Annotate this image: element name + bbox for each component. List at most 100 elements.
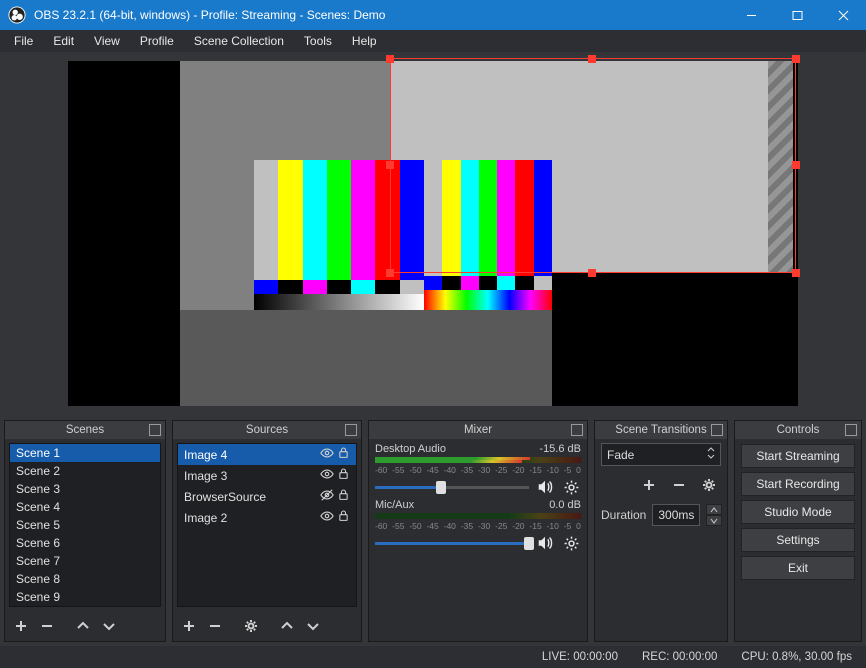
mixer-volume-slider[interactable] <box>375 536 529 550</box>
menu-scene-collection[interactable]: Scene Collection <box>184 31 294 51</box>
mixer-dock-title: Mixer <box>369 421 587 439</box>
transition-add-button[interactable] <box>637 474 661 496</box>
transitions-dock: Scene Transitions Fade Duration 300ms <box>594 420 728 642</box>
preview-layer-dark <box>180 310 552 406</box>
scene-row[interactable]: Scene 1 <box>10 444 160 462</box>
preview-canvas[interactable] <box>68 61 798 406</box>
eye-icon[interactable] <box>320 467 334 484</box>
sources-list[interactable]: Image 4Image 3BrowserSourceImage 2 <box>177 443 357 607</box>
selection-handle-e[interactable] <box>792 161 800 169</box>
source-row[interactable]: Image 4 <box>178 444 356 465</box>
window-minimize-button[interactable] <box>728 0 774 30</box>
source-row[interactable]: Image 2 <box>178 507 356 528</box>
dock-popout-icon[interactable] <box>711 424 723 436</box>
sources-remove-button[interactable] <box>203 615 227 637</box>
status-cpu: CPU: 0.8%, 30.00 fps <box>741 651 852 663</box>
preview-area <box>0 52 866 420</box>
scenes-add-button[interactable] <box>9 615 33 637</box>
scenes-dock: Scenes Scene 1Scene 2Scene 3Scene 4Scene… <box>4 420 166 642</box>
selection-handle-s[interactable] <box>588 269 596 277</box>
mixer-dock: Mixer Desktop Audio-15.6 dB-60-55-50-45-… <box>368 420 588 642</box>
control-button-start-streaming[interactable]: Start Streaming <box>741 444 855 468</box>
menu-help[interactable]: Help <box>342 31 387 51</box>
scene-row[interactable]: Scene 5 <box>10 516 160 534</box>
sources-add-button[interactable] <box>177 615 201 637</box>
transition-duration-input[interactable]: 300ms <box>652 504 700 526</box>
source-row[interactable]: Image 3 <box>178 465 356 486</box>
dock-popout-icon[interactable] <box>845 424 857 436</box>
control-button-studio-mode[interactable]: Studio Mode <box>741 500 855 524</box>
lock-icon[interactable] <box>337 467 350 484</box>
controls-body: Start Streaming Start Recording Studio Mod… <box>735 439 861 585</box>
scenes-list[interactable]: Scene 1Scene 2Scene 3Scene 4Scene 5Scene… <box>9 443 161 607</box>
transition-remove-button[interactable] <box>667 474 691 496</box>
transition-select[interactable]: Fade <box>601 443 721 466</box>
dock-popout-icon[interactable] <box>345 424 357 436</box>
window-title: OBS 23.2.1 (64-bit, windows) - Profile: … <box>34 8 728 22</box>
scenes-move-up-button[interactable] <box>71 615 95 637</box>
window-close-button[interactable] <box>820 0 866 30</box>
scene-row[interactable]: Scene 8 <box>10 570 160 588</box>
transition-properties-button[interactable] <box>697 474 721 496</box>
statusbar: LIVE: 00:00:00 REC: 00:00:00 CPU: 0.8%, … <box>0 646 866 668</box>
scene-row[interactable]: Scene 9 <box>10 588 160 606</box>
source-row[interactable]: BrowserSource <box>178 486 356 507</box>
selection-handle-w[interactable] <box>386 161 394 169</box>
mixer-meter <box>375 513 581 519</box>
dock-popout-icon[interactable] <box>149 424 161 436</box>
lock-icon[interactable] <box>337 509 350 526</box>
dock-popout-icon[interactable] <box>571 424 583 436</box>
transitions-dock-title: Scene Transitions <box>595 421 727 439</box>
selection-handle-nw[interactable] <box>386 55 394 63</box>
selection-handle-ne[interactable] <box>792 55 800 63</box>
scene-row[interactable]: Scene 3 <box>10 480 160 498</box>
scene-row[interactable]: Scene 2 <box>10 462 160 480</box>
menu-profile[interactable]: Profile <box>130 31 184 51</box>
gear-icon[interactable] <box>561 533 581 553</box>
mixer-body: Desktop Audio-15.6 dB-60-55-50-45-40-35-… <box>369 439 587 641</box>
mixer-channel-db: 0.0 dB <box>549 499 581 511</box>
eye-icon[interactable] <box>320 446 334 463</box>
mixer-channel-name: Desktop Audio <box>375 443 446 455</box>
selection-handle-n[interactable] <box>588 55 596 63</box>
mixer-channel-db: -15.6 dB <box>539 443 581 455</box>
lock-icon[interactable] <box>337 446 350 463</box>
sources-move-up-button[interactable] <box>275 615 299 637</box>
sources-dock: Sources Image 4Image 3BrowserSourceImage… <box>172 420 362 642</box>
control-button-exit[interactable]: Exit <box>741 556 855 580</box>
scene-row[interactable]: Scene 7 <box>10 552 160 570</box>
eye-icon[interactable] <box>320 509 334 526</box>
scenes-dock-title: Scenes <box>5 421 165 439</box>
app-icon <box>8 6 26 24</box>
scenes-move-down-button[interactable] <box>97 615 121 637</box>
menubar: File Edit View Profile Scene Collection … <box>0 30 866 52</box>
gear-icon[interactable] <box>561 477 581 497</box>
scene-row[interactable]: Scene 6 <box>10 534 160 552</box>
window-titlebar: OBS 23.2.1 (64-bit, windows) - Profile: … <box>0 0 866 30</box>
menu-edit[interactable]: Edit <box>43 31 84 51</box>
scenes-remove-button[interactable] <box>35 615 59 637</box>
mixer-volume-slider[interactable] <box>375 480 529 494</box>
control-button-settings[interactable]: Settings <box>741 528 855 552</box>
duration-step-down[interactable] <box>706 515 722 526</box>
menu-file[interactable]: File <box>4 31 43 51</box>
status-live: LIVE: 00:00:00 <box>542 651 618 663</box>
scene-row[interactable]: Scene 4 <box>10 498 160 516</box>
selection-handle-sw[interactable] <box>386 269 394 277</box>
menu-view[interactable]: View <box>84 31 130 51</box>
preview-selection-outline[interactable] <box>390 58 796 273</box>
window-maximize-button[interactable] <box>774 0 820 30</box>
selection-handle-se[interactable] <box>792 269 800 277</box>
control-button-start-recording[interactable]: Start Recording <box>741 472 855 496</box>
duration-step-up[interactable] <box>706 504 722 515</box>
controls-dock: Controls Start StreamingStart RecordingS… <box>734 420 862 642</box>
sources-properties-button[interactable] <box>239 615 263 637</box>
sources-move-down-button[interactable] <box>301 615 325 637</box>
lock-icon[interactable] <box>337 488 350 505</box>
menu-tools[interactable]: Tools <box>294 31 342 51</box>
eye-icon[interactable] <box>320 488 334 505</box>
speaker-icon[interactable] <box>535 533 555 553</box>
sources-dock-title: Sources <box>173 421 361 439</box>
speaker-icon[interactable] <box>535 477 555 497</box>
transition-duration-label: Duration <box>601 508 646 522</box>
